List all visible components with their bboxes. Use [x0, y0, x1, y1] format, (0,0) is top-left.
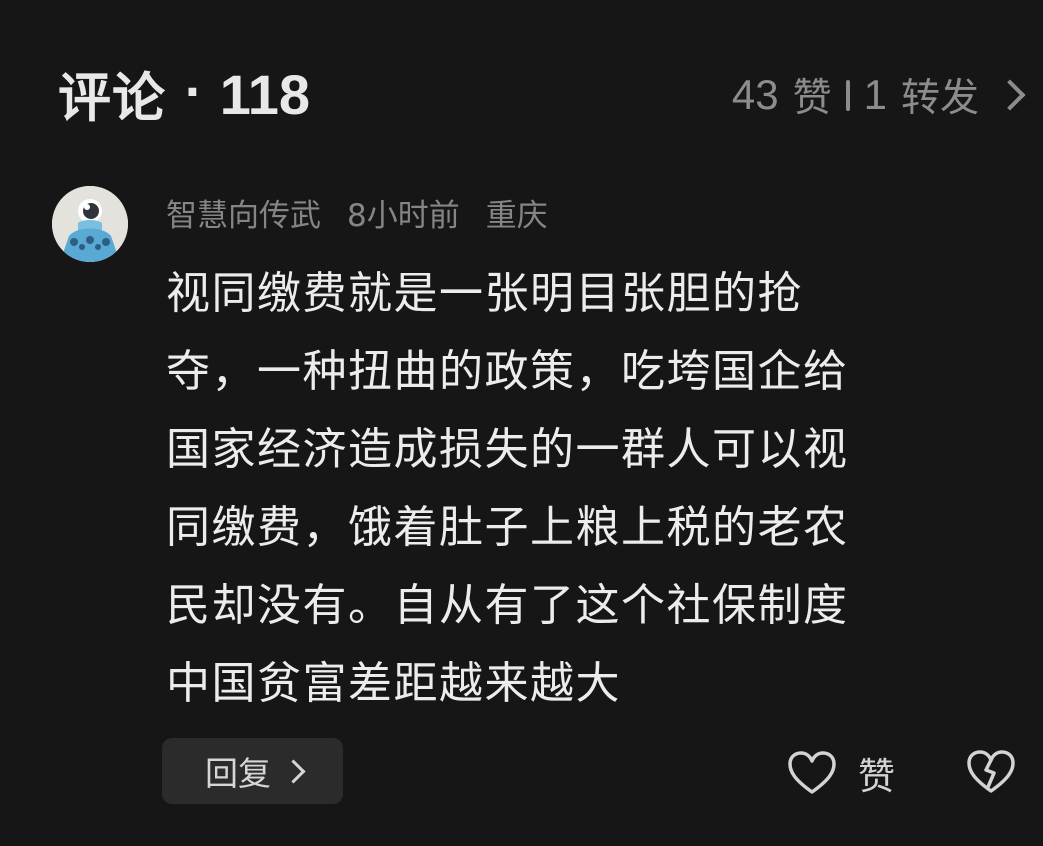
- likes-label: 赞: [792, 76, 832, 121]
- post-stats-link[interactable]: 43 赞 1 转发: [731, 67, 1026, 123]
- reposts-count: 1: [863, 71, 887, 118]
- title-separator: ·: [184, 66, 202, 118]
- like-button[interactable]: 赞: [786, 746, 895, 800]
- comment-count-title: 评论 · 118: [58, 56, 310, 132]
- chevron-right-icon: [281, 758, 306, 784]
- chevron-right-icon: [994, 79, 1026, 111]
- comment-header: 评论 · 118 43 赞 1 转发: [0, 0, 1043, 180]
- broken-heart-outline-icon[interactable]: [965, 748, 1017, 796]
- stats-divider: [845, 79, 850, 111]
- comments-label: 评论: [58, 68, 166, 129]
- comment-meta: 智慧向传武 8小时前 重庆: [166, 190, 548, 235]
- reply-label: 回复: [205, 754, 271, 793]
- comment-location: 重庆: [485, 198, 548, 234]
- comment-time: 8小时前: [347, 198, 460, 234]
- username[interactable]: 智慧向传武: [166, 190, 321, 235]
- likes-count: 43: [731, 71, 779, 118]
- reposts-label: 转发: [900, 76, 979, 121]
- heart-outline-icon: [788, 751, 836, 794]
- comment-text: 视同缴费就是一张明目张胆的抢 夺，一种扭曲的政策，吃垮国企给 国家经济造成损失的…: [166, 268, 849, 709]
- avatar[interactable]: [52, 186, 128, 262]
- alien-avatar-icon: [52, 186, 128, 262]
- reply-button[interactable]: 回复: [162, 738, 343, 804]
- comment-count: 118: [219, 62, 311, 126]
- like-label: 赞: [858, 755, 895, 798]
